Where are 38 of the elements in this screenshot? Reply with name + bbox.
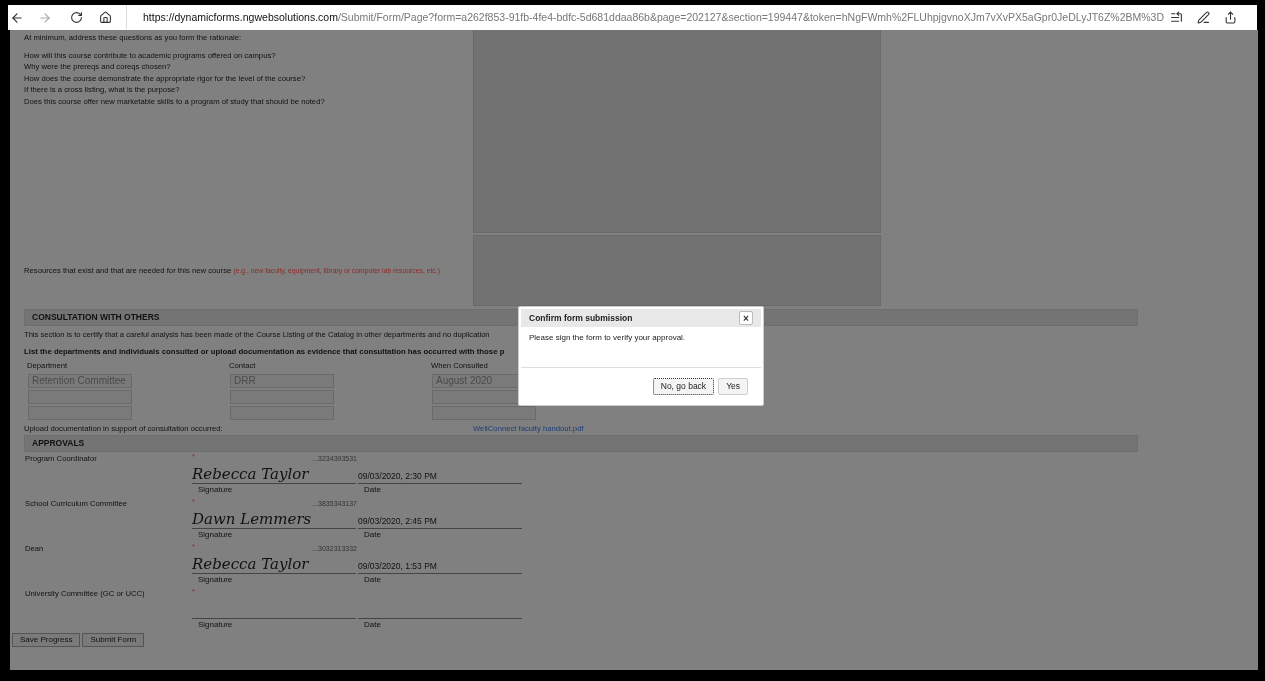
- field-caption: Signature: [197, 529, 234, 542]
- signed-date: 09/03/2020, 1:53 PM: [358, 560, 437, 574]
- signed-date: 09/03/2020, 2:45 PM: [358, 515, 437, 529]
- form-button[interactable]: Submit Form: [82, 633, 145, 648]
- field-caption: Date: [363, 484, 381, 497]
- signature-line[interactable]: Rebecca Taylor: [192, 464, 356, 485]
- field-caption: Signature: [197, 484, 234, 497]
- section-title: CONSULTATION WITH OTHERS: [32, 311, 160, 324]
- signature: Rebecca Taylor: [192, 555, 309, 574]
- date-line[interactable]: 09/03/2020, 2:45 PM: [358, 509, 522, 530]
- favorites-icon[interactable]: [1170, 11, 1183, 24]
- home-icon[interactable]: [99, 11, 112, 24]
- form-button[interactable]: Save Progress: [12, 633, 81, 648]
- back-icon[interactable]: [10, 10, 24, 25]
- text-field[interactable]: [432, 405, 536, 420]
- field-caption: Date: [363, 574, 381, 587]
- signature-line[interactable]: Rebecca Taylor: [192, 554, 356, 575]
- signed-date: 09/03/2020, 2:30 PM: [358, 470, 437, 484]
- close-button[interactable]: ×: [739, 311, 753, 325]
- share-icon[interactable]: [1224, 11, 1237, 24]
- date-line[interactable]: 09/03/2020, 1:53 PM: [358, 554, 522, 575]
- dialog-button[interactable]: Yes: [718, 378, 748, 395]
- field-caption: Date: [363, 529, 381, 542]
- url-text: https://dynamicforms.ngwebsolutions.com/Submit/Form/Page?form=a262f853-91fb-4fe4-bdfc-5d681ddaa86b&page=202127&section=199447&token=hNgFWmh%2FLUhpjgvnoXJm7vXvPX5aGpr0JeDLyJT6Z%2BM%3D: [143, 9, 1165, 25]
- field-caption: Signature: [197, 574, 234, 587]
- refresh-icon[interactable]: [70, 11, 83, 24]
- dialog-button[interactable]: No, go back: [652, 378, 715, 395]
- signature: Dawn Lemmers: [192, 510, 312, 529]
- section-title: APPROVALS: [32, 437, 85, 451]
- pen-icon[interactable]: [1197, 11, 1210, 24]
- signature: Rebecca Taylor: [192, 465, 309, 484]
- forward-icon[interactable]: [38, 10, 52, 25]
- field-caption: Signature: [197, 619, 234, 632]
- dialog-message: Please sign the form to verify your approval.: [529, 332, 687, 344]
- dialog-title: Confirm form submission: [529, 311, 633, 325]
- field-caption: Date: [363, 619, 381, 632]
- date-line[interactable]: 09/03/2020, 2:30 PM: [358, 464, 522, 485]
- signature-line[interactable]: Dawn Lemmers: [192, 509, 356, 530]
